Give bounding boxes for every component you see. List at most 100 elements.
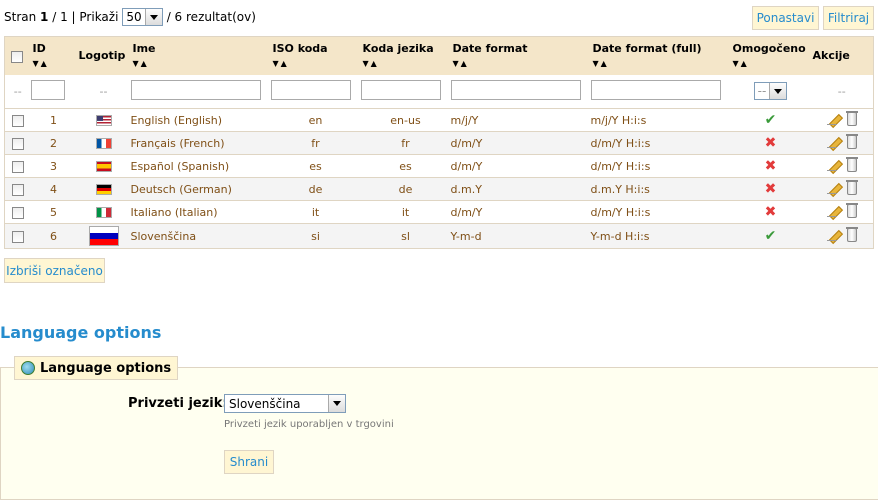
cross-icon[interactable]: ✖ xyxy=(765,135,777,151)
cell-code: es xyxy=(360,154,451,178)
cell-name: Italiano (Italian) xyxy=(130,200,271,224)
table-row[interactable]: 5 Italiano (Italian) it it d/m/Y d/m/Y H… xyxy=(4,200,874,224)
cell-code: en-us xyxy=(360,108,451,132)
edit-icon[interactable] xyxy=(826,112,841,126)
cell-date: d.m.Y xyxy=(450,177,591,201)
current-page: 1 xyxy=(40,10,49,24)
row-checkbox[interactable] xyxy=(11,160,24,173)
flag-fr-icon xyxy=(95,138,112,149)
flag-us-icon xyxy=(95,115,112,126)
sort-arrows-icon[interactable]: ▼▲ xyxy=(733,59,811,68)
cell-id: 5 xyxy=(30,200,77,224)
filter-button[interactable]: Filtriraj xyxy=(823,6,874,30)
select-all-checkbox[interactable] xyxy=(11,51,23,63)
per-page-select[interactable]: 50 xyxy=(122,8,163,26)
sort-arrows-icon[interactable]: ▼▲ xyxy=(273,59,361,68)
flag-es-icon xyxy=(95,161,112,172)
filter-name-input[interactable] xyxy=(130,79,261,100)
legend-label: Language options xyxy=(40,360,172,376)
cell-code: sl xyxy=(360,223,451,249)
cell-iso: fr xyxy=(270,131,361,155)
cell-iso: en xyxy=(270,108,361,132)
edit-icon[interactable] xyxy=(826,135,841,149)
cell-id: 6 xyxy=(30,223,77,249)
row-checkbox[interactable] xyxy=(11,206,24,219)
options-fieldset xyxy=(0,367,878,500)
trash-icon[interactable] xyxy=(845,202,858,218)
check-icon[interactable]: ✔ xyxy=(765,112,777,128)
trash-icon[interactable] xyxy=(845,179,858,195)
cell-date-full: d.m.Y H:i:s xyxy=(590,177,731,201)
trash-icon[interactable] xyxy=(845,110,858,126)
filter-enabled-select[interactable]: -- xyxy=(753,82,788,101)
cell-iso: it xyxy=(270,200,361,224)
table-row[interactable]: 3 Español (Spanish) es es d/m/Y d/m/Y H:… xyxy=(4,154,874,178)
table-header-row: ID ▼▲ Logotip Ime ▼▲ ISO koda ▼▲ Koda jezik… xyxy=(4,36,874,75)
filter-iso-input[interactable] xyxy=(270,79,351,100)
trash-icon[interactable] xyxy=(845,226,858,242)
filter-date-full-input[interactable] xyxy=(590,79,721,100)
chevron-down-icon xyxy=(144,9,162,25)
header-logo: Logotip xyxy=(78,49,126,62)
header-lang-code: Koda jezika xyxy=(362,42,434,55)
sort-arrows-icon[interactable]: ▼▲ xyxy=(133,59,271,68)
cross-icon[interactable]: ✖ xyxy=(765,204,777,220)
header-iso: ISO koda xyxy=(272,42,328,55)
header-id: ID xyxy=(32,42,46,55)
filter-id-input[interactable] xyxy=(30,79,65,100)
header-date-format: Date format xyxy=(452,42,528,55)
sort-arrows-icon[interactable]: ▼▲ xyxy=(33,59,77,68)
pagination-prefix: Stran xyxy=(4,10,37,24)
filter-dash: -- xyxy=(76,74,131,109)
row-checkbox[interactable] xyxy=(11,230,24,243)
cell-iso: de xyxy=(270,177,361,201)
row-checkbox[interactable] xyxy=(11,114,24,127)
sort-arrows-icon[interactable]: ▼▲ xyxy=(593,59,731,68)
default-language-hint: Privzeti jezik uporabljen v trgovini xyxy=(224,419,394,430)
edit-icon[interactable] xyxy=(826,158,841,172)
default-language-label: Privzeti jezik: xyxy=(128,396,228,411)
cell-iso: si xyxy=(270,223,361,249)
edit-icon[interactable] xyxy=(826,204,841,218)
table-row[interactable]: 1 English (English) en en-us m/j/Y m/j/Y… xyxy=(4,108,874,132)
sort-arrows-icon[interactable]: ▼▲ xyxy=(453,59,591,68)
cell-date: d/m/Y xyxy=(450,200,591,224)
cell-date: d/m/Y xyxy=(450,131,591,155)
cell-id: 2 xyxy=(30,131,77,155)
cross-icon[interactable]: ✖ xyxy=(765,181,777,197)
table-row[interactable]: 2 Français (French) fr fr d/m/Y d/m/Y H:… xyxy=(4,131,874,155)
trash-icon[interactable] xyxy=(845,156,858,172)
edit-icon[interactable] xyxy=(826,228,841,242)
filter-dash: -- xyxy=(4,74,31,109)
cross-icon[interactable]: ✖ xyxy=(765,158,777,174)
results-count: / 6 rezultat(ov) xyxy=(166,10,256,24)
cell-date: d/m/Y xyxy=(450,154,591,178)
chevron-down-icon xyxy=(328,395,345,412)
trash-icon[interactable] xyxy=(845,133,858,149)
edit-icon[interactable] xyxy=(826,181,841,195)
default-language-select[interactable]: Slovenščina xyxy=(224,394,346,413)
table-row[interactable]: 6 Slovenščina si sl Y-m-d Y-m-d H:i:s ✔ xyxy=(4,223,874,249)
delete-selected-button[interactable]: Izbriši označeno xyxy=(4,258,105,283)
filter-date-input[interactable] xyxy=(450,79,581,100)
cell-name: Slovenščina xyxy=(130,223,271,249)
cell-name: Deutsch (German) xyxy=(130,177,271,201)
cell-name: English (English) xyxy=(130,108,271,132)
filter-code-input[interactable] xyxy=(360,79,441,100)
filter-dash: -- xyxy=(810,74,874,109)
cell-code: it xyxy=(360,200,451,224)
header-date-full: Date format (full) xyxy=(592,42,702,55)
sort-arrows-icon[interactable]: ▼▲ xyxy=(363,59,451,68)
cell-date: Y-m-d xyxy=(450,223,591,249)
row-checkbox[interactable] xyxy=(11,137,24,150)
check-icon[interactable]: ✔ xyxy=(765,228,777,244)
cell-date-full: d/m/Y H:i:s xyxy=(590,154,731,178)
reset-button[interactable]: Ponastavi xyxy=(752,6,819,30)
save-button[interactable]: Shrani xyxy=(224,450,274,474)
cell-code: fr xyxy=(360,131,451,155)
cell-name: Español (Spanish) xyxy=(130,154,271,178)
table-row[interactable]: 4 Deutsch (German) de de d.m.Y d.m.Y H:i… xyxy=(4,177,874,201)
row-checkbox[interactable] xyxy=(11,183,24,196)
section-title: Language options xyxy=(0,323,162,342)
pagination-sep: / 1 | Prikaži xyxy=(52,10,119,24)
